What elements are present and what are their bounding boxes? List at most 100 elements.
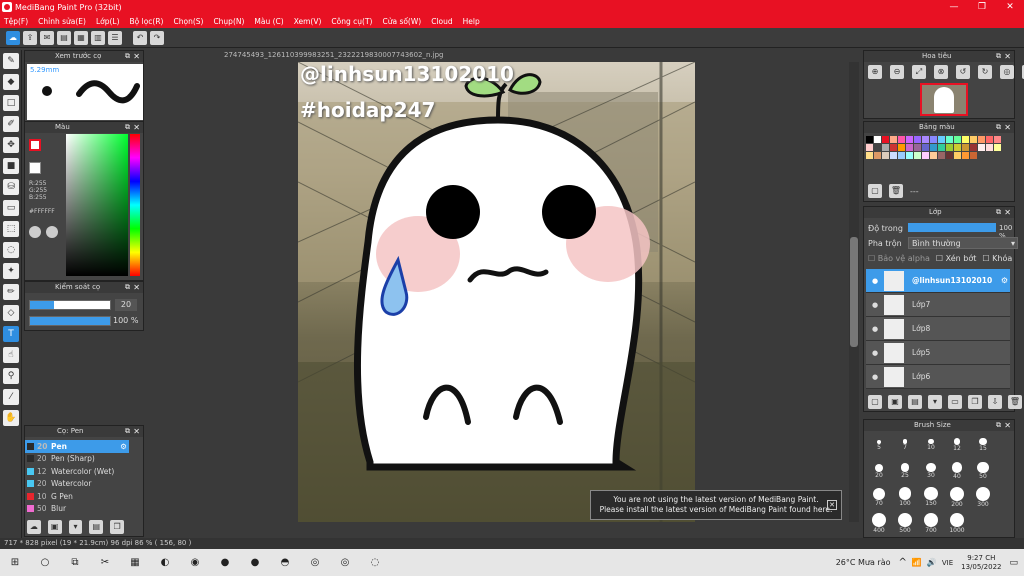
color-swatch[interactable] xyxy=(866,152,873,159)
menu-select[interactable]: Chọn(S) xyxy=(173,17,203,26)
brush-size-cell[interactable]: 40 xyxy=(944,458,970,484)
brush-size-cell[interactable]: 20 xyxy=(866,458,892,484)
fit-icon[interactable]: ⤢ xyxy=(912,65,926,79)
notification-icon[interactable]: ▭ xyxy=(1009,558,1018,568)
zoom-in-icon[interactable]: ⊕ xyxy=(868,65,882,79)
close-panel-icon[interactable]: ✕ xyxy=(1004,122,1011,133)
popout-icon[interactable]: ⧉ xyxy=(125,122,130,133)
color-swatch[interactable] xyxy=(882,152,889,159)
operation-tool-icon[interactable]: ☝ xyxy=(3,347,19,363)
close-panel-icon[interactable]: ✕ xyxy=(133,122,140,133)
color-swatch[interactable] xyxy=(930,144,937,151)
chrome-profile-icon[interactable]: ◎ xyxy=(336,554,354,572)
add-palette-icon[interactable]: ▢ xyxy=(868,184,882,198)
maximize-button[interactable]: ❐ xyxy=(968,0,996,14)
eraser-tool-icon[interactable]: ◆ xyxy=(3,74,19,90)
size-value[interactable]: 20 xyxy=(115,299,137,311)
color-swatch[interactable] xyxy=(922,136,929,143)
duplicate-layer-icon[interactable]: ❐ xyxy=(968,395,982,409)
hue-slider[interactable] xyxy=(130,134,140,276)
color-swatch[interactable] xyxy=(930,136,937,143)
chrome-icon[interactable]: ◎ xyxy=(306,554,324,572)
brush-size-cell[interactable]: 700 xyxy=(918,510,944,536)
pen-tool-icon[interactable]: ✐ xyxy=(3,116,19,132)
language-indicator[interactable]: VIE xyxy=(942,559,953,567)
brush-size-cell[interactable]: 150 xyxy=(918,484,944,510)
cloud-icon[interactable]: ☁ xyxy=(6,30,20,45)
color-swatch[interactable] xyxy=(986,144,993,151)
brush-list-item[interactable]: 10 G Pen xyxy=(25,490,129,503)
saturation-value-picker[interactable] xyxy=(66,134,128,276)
copy-brush-icon[interactable]: ❐ xyxy=(110,520,124,534)
canvas-scrollbar[interactable] xyxy=(849,62,859,522)
menu-snap[interactable]: Chụp(N) xyxy=(213,17,244,26)
close-panel-icon[interactable]: ✕ xyxy=(133,282,140,293)
brush-size-cell[interactable]: 1000 xyxy=(944,510,970,536)
undo-icon[interactable]: ↶ xyxy=(133,30,147,45)
popout-icon[interactable]: ⧉ xyxy=(996,420,1001,431)
close-panel-icon[interactable]: ✕ xyxy=(133,51,140,62)
tray-expand-icon[interactable]: ^ xyxy=(899,557,907,568)
brush-menu-icon[interactable]: ▾ xyxy=(68,520,83,534)
brush-size-cell[interactable]: 15 xyxy=(970,432,996,458)
menu-cloud[interactable]: Cloud xyxy=(431,17,452,26)
layer-row[interactable]: ● Lớp6 xyxy=(866,365,1010,389)
drawing-canvas[interactable]: @linhsun13102010 #hoidap247 xyxy=(298,62,695,522)
color-swatch[interactable] xyxy=(874,136,881,143)
brush-list-item[interactable]: 50 Blur xyxy=(25,503,129,516)
brush-size-cell[interactable]: 5 xyxy=(866,432,892,458)
menu-color[interactable]: Màu (C) xyxy=(254,17,283,26)
close-panel-icon[interactable]: ✕ xyxy=(133,426,140,437)
brush-list-item[interactable]: 20 Pen ⚙ xyxy=(25,440,129,453)
select-eraser-icon[interactable]: ◇ xyxy=(3,305,19,321)
merge-layer-icon[interactable]: ⇩ xyxy=(988,395,1002,409)
color-swatch[interactable] xyxy=(890,152,897,159)
color-swatch[interactable] xyxy=(882,144,889,151)
layer-row[interactable]: ● Lớp8 xyxy=(866,317,1010,341)
brush-size-cell[interactable]: 12 xyxy=(944,432,970,458)
redo-icon[interactable]: ↷ xyxy=(150,30,164,45)
weather[interactable]: 26°C Mưa rào xyxy=(836,558,891,567)
protect-alpha-checkbox[interactable]: ☐ Bảo vệ alpha xyxy=(868,254,930,263)
color-swatch[interactable] xyxy=(914,144,921,151)
color-swatch[interactable] xyxy=(866,144,873,151)
page-icon[interactable]: ▦ xyxy=(74,30,88,45)
color-swatch[interactable] xyxy=(954,136,961,143)
brush-list-item[interactable]: 20 Watercolor xyxy=(25,478,129,491)
menu-file[interactable]: Tệp(F) xyxy=(4,17,28,26)
menu-filter[interactable]: Bộ lọc(R) xyxy=(130,17,164,26)
brush-size-cell[interactable]: 200 xyxy=(944,484,970,510)
notice-close-icon[interactable]: ✕ xyxy=(827,500,837,510)
layer-row[interactable]: ● Lớp7 xyxy=(866,293,1010,317)
comment-icon[interactable]: ✉ xyxy=(40,30,54,45)
popout-icon[interactable]: ⧉ xyxy=(125,282,130,293)
clipping-checkbox[interactable]: ☐ Xén bớt xyxy=(936,254,976,263)
app-icon[interactable]: ◐ xyxy=(156,554,174,572)
select-tool-icon[interactable]: ⬚ xyxy=(3,221,19,237)
close-button[interactable]: ✕ xyxy=(996,0,1024,14)
color-swatch[interactable] xyxy=(922,152,929,159)
close-panel-icon[interactable]: ✕ xyxy=(1004,207,1011,218)
medibang-icon[interactable]: ● xyxy=(246,554,264,572)
text-tool-icon[interactable]: T xyxy=(3,326,19,342)
camera-icon[interactable]: ◉ xyxy=(186,554,204,572)
blend-mode-select[interactable]: Bình thường ▾ xyxy=(908,237,1018,249)
color-swatch[interactable] xyxy=(954,144,961,151)
color-swatch[interactable] xyxy=(898,136,905,143)
update-notice[interactable]: You are not using the latest version of … xyxy=(590,490,842,520)
color-swatch[interactable] xyxy=(882,136,889,143)
close-panel-icon[interactable]: ✕ xyxy=(1004,420,1011,431)
zoom-out-icon[interactable]: ⊖ xyxy=(890,65,904,79)
popout-icon[interactable]: ⧉ xyxy=(996,51,1001,62)
new-8bit-icon[interactable]: ▤ xyxy=(908,395,922,409)
color-swatch[interactable] xyxy=(978,136,985,143)
brush-size-cell[interactable]: 50 xyxy=(970,458,996,484)
delete-layer-icon[interactable]: 🗑 xyxy=(1008,395,1022,409)
color-swatch[interactable] xyxy=(898,152,905,159)
add-brush-icon[interactable]: ▣ xyxy=(47,520,62,534)
delete-palette-icon[interactable]: 🗑 xyxy=(889,184,903,198)
grid-icon[interactable]: ▥ xyxy=(91,30,105,45)
lock-checkbox[interactable]: ☐ Khóa xyxy=(982,254,1012,263)
brush-size-cell[interactable]: 7 xyxy=(892,432,918,458)
rotate-left-icon[interactable]: ↺ xyxy=(956,65,970,79)
